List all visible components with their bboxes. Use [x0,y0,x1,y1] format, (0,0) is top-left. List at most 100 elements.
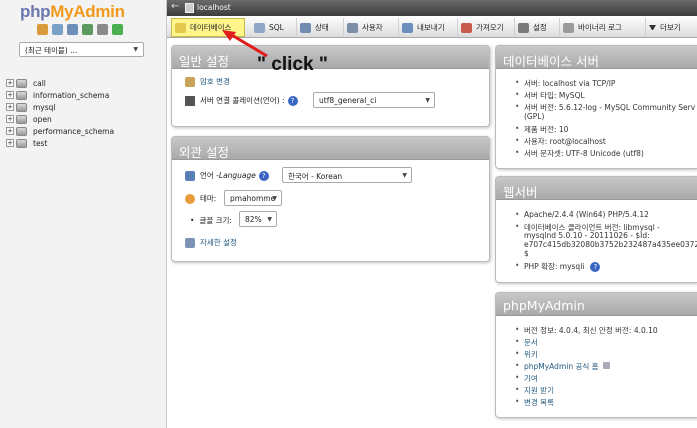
wiki-link[interactable]: 위키 [515,349,538,360]
help-icon[interactable]: ? [590,262,601,272]
theme-icon [185,193,195,204]
documentation-link[interactable]: 문서 [515,337,538,348]
theme-row: 테마: [185,193,216,204]
help-icon[interactable]: ? [287,95,298,106]
fontsize-row: • 글꼴 크기: [190,215,232,226]
changelog-link[interactable]: 변경 목록 [515,397,554,408]
server-version-item: 서버 버전: 5.6.12-log - MySQL Community Serv [515,102,695,113]
collation-select[interactable]: utf8_general_ci ▼ [313,92,435,108]
tab-settings[interactable]: 설정 [515,18,560,37]
logo-text-myadmin: MyAdmin [50,2,125,21]
tab-import[interactable]: 가져오기 [458,18,515,37]
reload-icon[interactable] [112,24,123,35]
language-select[interactable]: 한국어 - Korean ▼ [282,167,412,183]
get-support-link[interactable]: 지원 받기 [515,385,554,396]
nav-icons [37,24,123,35]
fontsize-select[interactable]: 82% ▼ [239,211,277,227]
db-item-call[interactable]: + call [6,77,114,89]
database-tree: + call + information_schema + mysql + open +… [6,77,114,149]
expand-icon[interactable]: + [6,79,14,87]
change-password-row: 암호 변경 [185,76,230,87]
tab-binary-log[interactable]: 바이너리 로그 [560,18,646,37]
database-server-panel: 데이터베이스 서버 서버: localhost via TCP/IP 서버 타입… [495,45,697,169]
tab-users[interactable]: 사용자 [344,18,399,37]
expand-icon[interactable]: + [6,91,14,99]
language-icon [185,170,195,181]
tab-label: 상태 [315,23,329,32]
fontsize-value: 82% [245,215,262,224]
db-item-test[interactable]: + test [6,137,114,149]
db-item-mysql[interactable]: + mysql [6,101,114,113]
expand-icon[interactable]: + [6,115,14,123]
settings-icon [518,22,529,33]
official-home-link[interactable]: phpMyAdmin 공식 홈 [524,362,599,371]
recent-tables-select[interactable]: (최근 테이블) ... ▼ [19,42,144,57]
breadcrumb-host[interactable]: localhost [197,3,231,12]
chevron-down-icon: ▼ [402,172,407,179]
db-client-version-line4: $ [524,249,529,258]
tab-more[interactable]: 더보기 [646,18,697,37]
navigation-panel: phpMyAdmin (최근 테이블) ... ▼ + call + informat… [0,0,167,428]
tab-label: 내보내기 [417,23,445,32]
tab-label: 사용자 [362,23,383,32]
phpmyadmin-logo[interactable]: phpMyAdmin [20,2,125,22]
db-item-performance-schema[interactable]: + performance_schema [6,125,114,137]
php-extension-text: PHP 확장: mysqli [524,262,585,271]
panel-title: 웹서버 [496,177,697,200]
language-label: 언어 - [200,171,219,180]
theme-value: pmahomme [230,194,276,203]
db-name[interactable]: open [33,115,52,124]
official-home-row: phpMyAdmin 공식 홈 [515,361,610,372]
tab-label: 바이너리 로그 [578,23,622,32]
help-icon[interactable]: ? [258,170,269,181]
key-icon [185,76,195,87]
status-icon [300,22,311,33]
theme-select[interactable]: pmahomme ▼ [224,190,282,206]
back-arrow-icon[interactable]: ← [171,1,179,12]
db-item-open[interactable]: + open [6,113,114,125]
collation-value: utf8_general_ci [319,96,377,105]
expand-icon[interactable]: + [6,103,14,111]
php-extension-item: PHP 확장: mysqli? [515,261,601,272]
db-name[interactable]: call [33,79,46,88]
database-icon [175,22,186,33]
tab-label: 설정 [533,23,547,32]
tab-label: SQL [269,23,284,32]
settings-icon[interactable] [97,24,108,35]
import-icon [461,22,472,33]
expand-icon[interactable]: + [6,139,14,147]
home-icon[interactable] [37,24,48,35]
language-value: 한국어 - Korean [288,172,343,181]
db-client-version-line2: mysqlnd 5.0.10 - 20111026 - $Id: [524,231,650,240]
tab-export[interactable]: 내보내기 [399,18,458,37]
chevron-down-icon: ▼ [267,216,272,223]
more-settings-link[interactable]: 자세한 설정 [200,237,237,248]
users-icon [347,22,358,33]
sql-query-icon[interactable] [82,24,93,35]
server-charset-item: 서버 문자셋: UTF-8 Unicode (utf8) [515,148,644,159]
panel-title: phpMyAdmin [496,293,697,316]
db-name[interactable]: mysql [33,103,56,112]
tab-status[interactable]: 상태 [297,18,344,37]
chevron-down-icon: ▼ [133,46,138,53]
db-item-information-schema[interactable]: + information_schema [6,89,114,101]
database-icon [16,138,27,148]
recent-tables-value: (최근 테이블) ... [25,46,78,55]
fontsize-label: 글꼴 크기: [199,216,232,225]
binlog-icon [563,22,574,33]
change-password-link[interactable]: 암호 변경 [200,76,230,87]
db-name[interactable]: information_schema [33,91,109,100]
expand-icon[interactable]: + [6,127,14,135]
external-link-icon [602,362,610,369]
contribute-link[interactable]: 기여 [515,373,538,384]
tab-label: 더보기 [660,23,681,32]
db-name[interactable]: performance_schema [33,127,114,136]
collation-label: 서버 연결 콜레이션(언어) : [200,96,285,105]
docs-icon[interactable] [67,24,78,35]
database-icon [16,90,27,100]
grid-icon[interactable] [52,24,63,35]
panel-title: 외관 설정 [172,137,489,160]
db-name[interactable]: test [33,139,47,148]
database-icon [16,114,27,124]
database-icon [16,126,27,136]
